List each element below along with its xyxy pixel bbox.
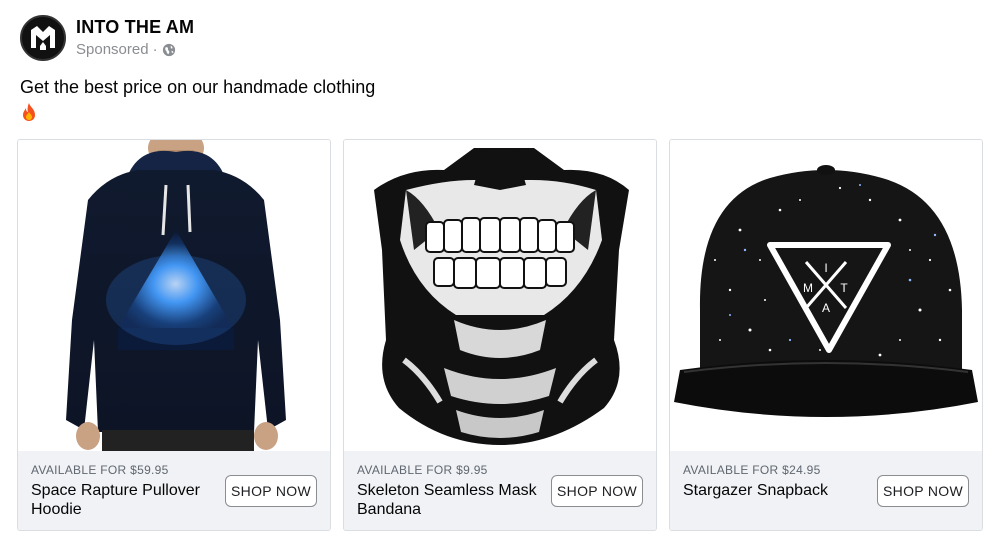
snapback-image[interactable]: I M T A xyxy=(670,140,982,452)
product-card[interactable]: AVAILABLE FOR $9.95 Skeleton Seamless Ma… xyxy=(343,139,657,531)
sponsored-label[interactable]: Sponsored xyxy=(76,40,149,60)
card-footer: AVAILABLE FOR $24.95 Stargazer Snapback … xyxy=(670,451,982,530)
product-card[interactable]: I M T A AVAILABLE FOR $24.95 Stargazer S… xyxy=(669,139,983,531)
logo-letter-m: M xyxy=(803,281,813,295)
shop-now-button[interactable]: SHOP NOW xyxy=(877,475,969,507)
page-name[interactable]: INTO THE AM xyxy=(76,16,194,38)
product-title[interactable]: Space Rapture Pullover Hoodie xyxy=(31,481,221,519)
product-title[interactable]: Stargazer Snapback xyxy=(683,481,873,500)
shop-now-button[interactable]: SHOP NOW xyxy=(225,475,317,507)
product-carousel: AVAILABLE FOR $59.95 Space Rapture Pullo… xyxy=(17,139,983,531)
brand-logo-icon xyxy=(23,18,63,58)
globe-icon xyxy=(162,43,175,57)
card-footer: AVAILABLE FOR $9.95 Skeleton Seamless Ma… xyxy=(344,451,656,530)
separator-dot: · xyxy=(152,41,158,58)
shop-now-button[interactable]: SHOP NOW xyxy=(551,475,643,507)
logo-letter-i: I xyxy=(824,261,827,275)
product-card[interactable]: AVAILABLE FOR $59.95 Space Rapture Pullo… xyxy=(17,139,331,531)
bandana-image[interactable] xyxy=(344,140,656,452)
card-footer: AVAILABLE FOR $59.95 Space Rapture Pullo… xyxy=(18,451,330,530)
product-title[interactable]: Skeleton Seamless Mask Bandana xyxy=(357,481,547,519)
logo-letter-t: T xyxy=(840,281,848,295)
page-avatar[interactable] xyxy=(20,15,66,61)
logo-letter-a: A xyxy=(822,301,830,315)
post-text: Get the best price on our handmade cloth… xyxy=(20,77,376,97)
post-header: INTO THE AM Sponsored · xyxy=(20,14,194,62)
hoodie-image[interactable] xyxy=(18,140,330,452)
sponsored-line: Sponsored · xyxy=(76,40,194,60)
fire-icon xyxy=(23,103,35,121)
